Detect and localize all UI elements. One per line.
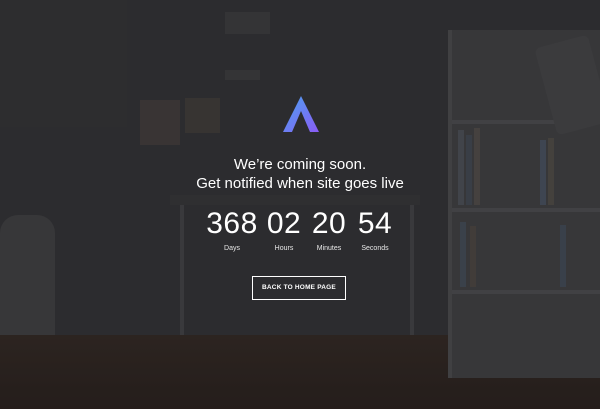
days-value: 368 — [206, 207, 258, 240]
back-to-home-button[interactable]: BACK TO HOME PAGE — [252, 276, 346, 300]
headline-line-1: We’re coming soon. — [233, 156, 367, 173]
days-label: Days — [224, 245, 240, 252]
countdown-days: 368 Days — [202, 206, 262, 254]
countdown-timer: 368 Days 02 Hours 20 Minutes 54 Seconds — [0, 206, 600, 256]
coming-soon-content: We’re coming soon. Get notified when sit… — [0, 0, 600, 409]
seconds-label: Seconds — [361, 245, 389, 252]
countdown-seconds: 54 Seconds — [345, 206, 405, 254]
headline-line-2: Get notified when site goes live — [196, 175, 404, 192]
letter-a-logo-icon — [283, 96, 319, 132]
seconds-value: 54 — [357, 207, 393, 240]
